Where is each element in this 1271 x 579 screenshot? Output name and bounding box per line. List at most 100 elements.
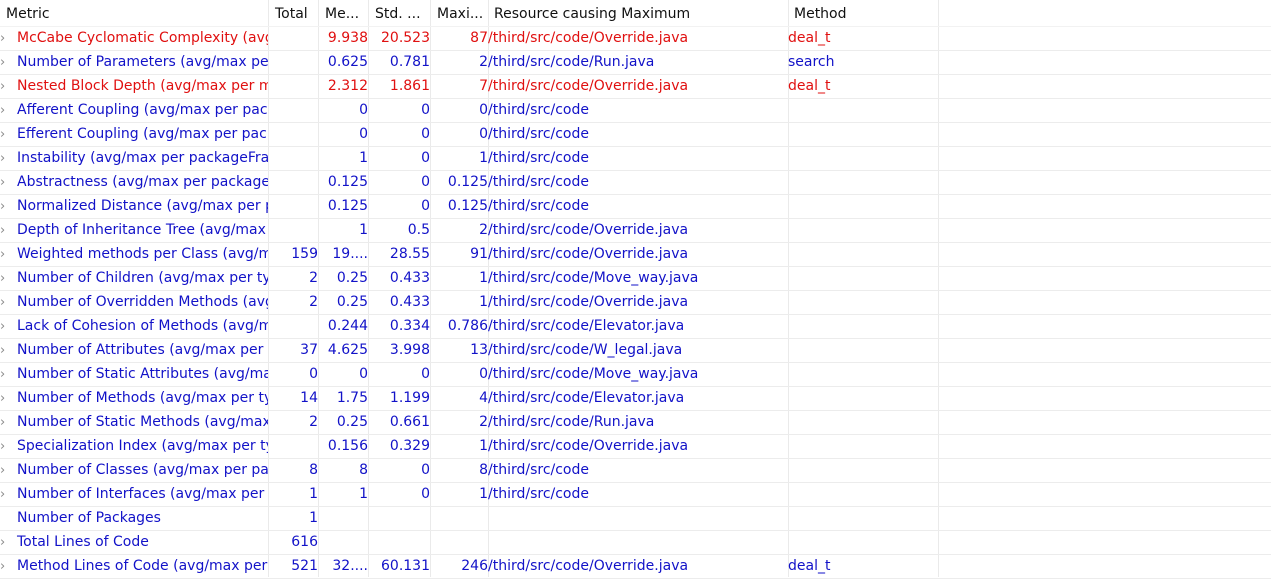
table-row[interactable]: ›Depth of Inheritance Tree (avg/max per … [0, 218, 1271, 243]
table-row[interactable]: ›McCabe Cyclomatic Complexity (avg/max p… [0, 26, 1271, 51]
filler-cell [938, 26, 1271, 51]
table-row[interactable]: ›Number of Interfaces (avg/max per packa… [0, 482, 1271, 507]
table-row[interactable]: ›Instability (avg/max per packageFragmen… [0, 146, 1271, 171]
std-dev-cell: 3.998 [368, 338, 430, 363]
chevron-right-icon[interactable]: › [0, 364, 17, 385]
std-dev-cell: 0.433 [368, 290, 430, 315]
table-row[interactable]: ›Efferent Coupling (avg/max per packageF… [0, 122, 1271, 147]
mean-cell [318, 530, 368, 555]
std-dev-cell: 0.334 [368, 314, 430, 339]
chevron-right-icon[interactable]: › [0, 532, 17, 553]
chevron-right-icon[interactable]: › [0, 316, 17, 337]
maximum-cell: 0.125 [430, 170, 488, 195]
metric-cell[interactable]: ›Nested Block Depth (avg/max per method) [0, 74, 268, 99]
metric-cell[interactable]: ›Number of Overridden Methods (avg/max p… [0, 290, 268, 315]
column-header-resource[interactable]: Resource causing Maximum [488, 3, 788, 27]
chevron-right-icon[interactable]: › [0, 412, 17, 433]
resource-cell: /third/src/code [488, 482, 788, 507]
resource-cell [488, 506, 788, 531]
chevron-right-icon[interactable]: › [0, 436, 17, 457]
metric-label: Number of Classes (avg/max per packageFr… [17, 462, 268, 478]
table-row[interactable]: › Number of Children (avg/max per type) 2 0… [0, 266, 1271, 291]
chevron-right-icon[interactable]: › [0, 484, 17, 505]
metric-cell[interactable]: ›Afferent Coupling (avg/max per packageF… [0, 98, 268, 123]
table-row[interactable]: ›Nested Block Depth (avg/max per method)… [0, 74, 1271, 99]
metric-cell[interactable]: ›Efferent Coupling (avg/max per packageF… [0, 122, 268, 147]
table-row[interactable]: Number of Packages 1 [0, 506, 1271, 531]
metric-label: Number of Attributes (avg/max per type) [17, 342, 268, 358]
table-row[interactable]: ›Method Lines of Code (avg/max per metho… [0, 554, 1271, 579]
chevron-right-icon[interactable]: › [0, 388, 17, 409]
filler-cell [938, 98, 1271, 123]
chevron-right-icon[interactable]: › [0, 340, 17, 361]
maximum-cell: 8 [430, 458, 488, 483]
table-row[interactable]: ›Normalized Distance (avg/max per packag… [0, 194, 1271, 219]
table-row[interactable]: ›Abstractness (avg/max per packageFragme… [0, 170, 1271, 195]
metric-cell[interactable]: ›Abstractness (avg/max per packageFragme… [0, 170, 268, 195]
table-row[interactable]: ›Specialization Index (avg/max per type)… [0, 434, 1271, 459]
metric-cell[interactable]: ›Number of Classes (avg/max per packageF… [0, 458, 268, 483]
metric-label: Specialization Index (avg/max per type) [17, 438, 268, 454]
table-row[interactable]: ›Number of Classes (avg/max per packageF… [0, 458, 1271, 483]
metric-cell[interactable]: › Total Lines of Code [0, 530, 268, 555]
chevron-right-icon[interactable]: › [0, 100, 17, 121]
maximum-cell [430, 530, 488, 555]
metric-cell[interactable]: ›Specialization Index (avg/max per type) [0, 434, 268, 459]
maximum-cell: 0 [430, 362, 488, 387]
column-header-maximum[interactable]: Maxi... [430, 3, 488, 27]
table-row[interactable]: ›Number of Attributes (avg/max per type)… [0, 338, 1271, 363]
chevron-right-icon[interactable]: › [0, 172, 17, 193]
metric-cell[interactable]: ›Normalized Distance (avg/max per packag… [0, 194, 268, 219]
column-header-method[interactable]: Method [788, 3, 938, 27]
table-row[interactable]: ›Number of Static Methods (avg/max per t… [0, 410, 1271, 435]
metric-cell[interactable]: ›Number of Parameters (avg/max per metho… [0, 50, 268, 75]
metric-cell[interactable]: ›Method Lines of Code (avg/max per metho… [0, 554, 268, 579]
table-row[interactable]: › Total Lines of Code 616 [0, 530, 1271, 555]
chevron-right-icon[interactable]: › [0, 124, 17, 145]
metric-cell[interactable]: › Number of Methods (avg/max per type) [0, 386, 268, 411]
chevron-right-icon[interactable]: › [0, 28, 17, 49]
chevron-right-icon[interactable]: › [0, 292, 17, 313]
metric-label: Nested Block Depth (avg/max per method) [17, 78, 268, 94]
method-cell: deal_t [788, 26, 938, 51]
chevron-right-icon[interactable]: › [0, 460, 17, 481]
chevron-right-icon[interactable]: › [0, 268, 17, 289]
metric-cell[interactable]: ›Depth of Inheritance Tree (avg/max per … [0, 218, 268, 243]
resource-cell: /third/src/code [488, 98, 788, 123]
metric-cell[interactable]: ›Weighted methods per Class (avg/max per… [0, 242, 268, 267]
table-row[interactable]: ›Weighted methods per Class (avg/max per… [0, 242, 1271, 267]
table-row[interactable]: ›Number of Parameters (avg/max per metho… [0, 50, 1271, 75]
chevron-right-icon[interactable]: › [0, 556, 17, 577]
metric-cell[interactable]: ›McCabe Cyclomatic Complexity (avg/max p… [0, 26, 268, 51]
column-header-std-dev[interactable]: Std. ... [368, 3, 430, 27]
chevron-right-icon[interactable]: › [0, 244, 17, 265]
metric-cell[interactable]: › Number of Children (avg/max per type) [0, 266, 268, 291]
metric-cell[interactable]: Number of Packages [0, 506, 268, 531]
column-header-mean[interactable]: Me... [318, 3, 368, 27]
mean-cell: 0.25 [318, 290, 368, 315]
chevron-right-icon[interactable]: › [0, 220, 17, 241]
metric-cell[interactable]: ›Number of Attributes (avg/max per type) [0, 338, 268, 363]
mean-cell: 19.... [318, 242, 368, 267]
total-cell: 1 [268, 482, 318, 507]
chevron-right-icon[interactable]: › [0, 52, 17, 73]
filler-cell [938, 146, 1271, 171]
metric-cell[interactable]: ›Number of Static Methods (avg/max per t… [0, 410, 268, 435]
maximum-cell: 1 [430, 434, 488, 459]
table-row[interactable]: ›Lack of Cohesion of Methods (avg/max pe… [0, 314, 1271, 339]
std-dev-cell: 0 [368, 482, 430, 507]
table-row[interactable]: ›Number of Overridden Methods (avg/max p… [0, 290, 1271, 315]
chevron-right-icon[interactable]: › [0, 76, 17, 97]
column-header-total[interactable]: Total [268, 3, 318, 27]
metric-cell[interactable]: ›Number of Interfaces (avg/max per packa… [0, 482, 268, 507]
table-row[interactable]: ›Afferent Coupling (avg/max per packageF… [0, 98, 1271, 123]
table-row[interactable]: › Number of Methods (avg/max per type) 14 1… [0, 386, 1271, 411]
std-dev-cell: 0 [368, 146, 430, 171]
chevron-right-icon[interactable]: › [0, 196, 17, 217]
table-row[interactable]: ›Number of Static Attributes (avg/max pe… [0, 362, 1271, 387]
chevron-right-icon[interactable]: › [0, 148, 17, 169]
metric-cell[interactable]: ›Number of Static Attributes (avg/max pe… [0, 362, 268, 387]
column-header-metric[interactable]: Metric [0, 3, 268, 27]
metric-cell[interactable]: ›Lack of Cohesion of Methods (avg/max pe… [0, 314, 268, 339]
metric-cell[interactable]: ›Instability (avg/max per packageFragmen… [0, 146, 268, 171]
